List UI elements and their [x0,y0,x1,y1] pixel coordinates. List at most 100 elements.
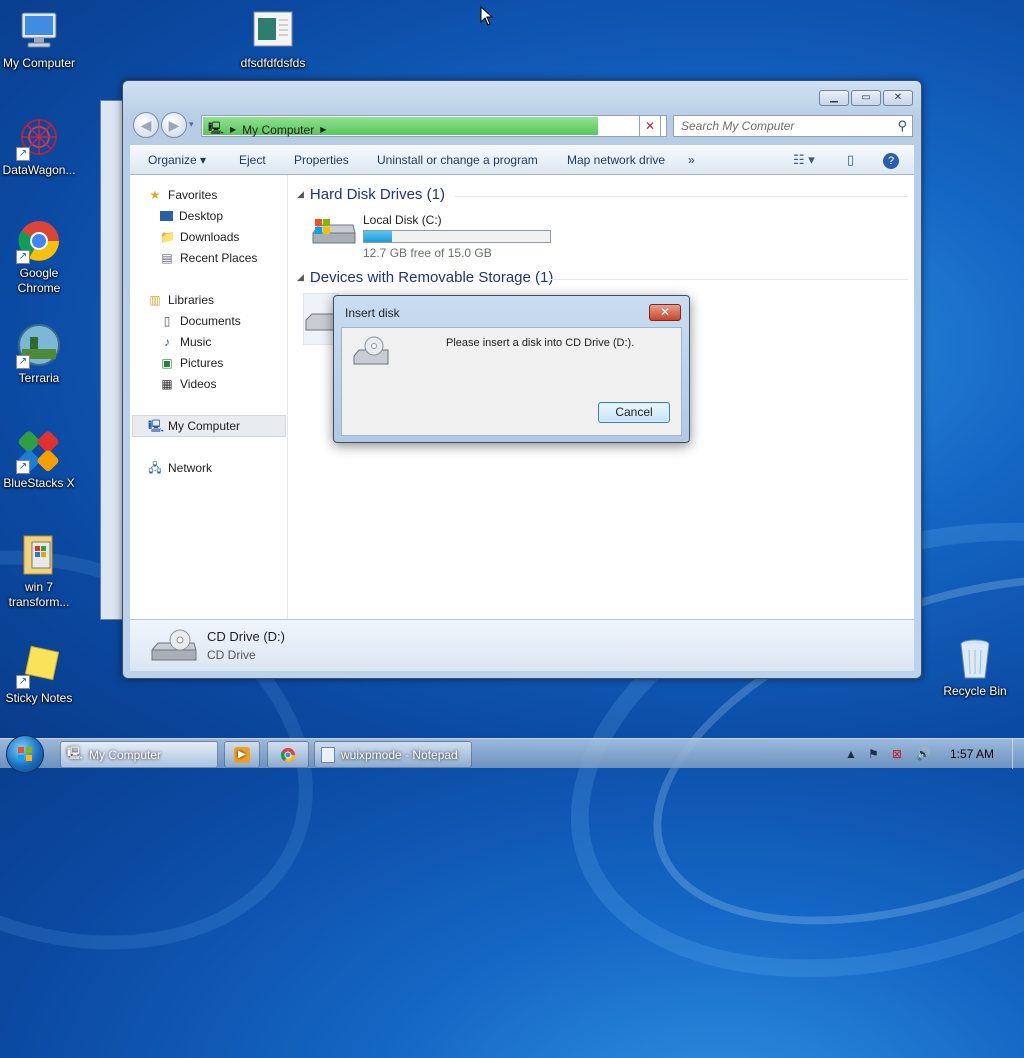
more-commands-button[interactable]: » [688,153,695,167]
downloads-folder-icon: 📁 [160,230,175,244]
terraria-icon: ↗ [16,323,62,369]
desktop-icon-label: Terraria [18,371,60,385]
back-button[interactable]: ◀ [133,112,159,138]
nav-recent-places[interactable]: ▤ Recent Places [160,251,257,265]
desktop-icon-win7-transform[interactable]: win 7 transform... [0,532,79,610]
breadcrumb-my-computer[interactable]: My Computer [242,123,314,137]
volume-icon[interactable]: 🔊 [916,747,931,761]
disk-usage-fill [364,231,393,242]
file-icon [250,8,296,54]
navigation-bar: ◀ ▶ ▾ 🖳 ▶ My Computer ▶ ▼ ✕ Search My Co… [131,111,913,141]
desktop-icon-terraria[interactable]: ↗ Terraria [0,323,79,386]
taskbar-my-computer[interactable]: 🖳 My Computer [60,741,218,768]
recent-places-icon: ▤ [161,251,173,265]
libraries-icon: ▥ [149,293,161,307]
desktop-icon-label: dfsdfdfdsfds [240,56,306,70]
taskbar: 🖳 My Computer ▶ wuixpmode - Notepad ▲ ⚑ … [0,735,1024,773]
group-header-removable[interactable]: ◢ Devices with Removable Storage (1) [297,269,553,286]
mouse-cursor-icon [480,6,494,26]
cd-drive-icon [353,336,389,365]
drive-free-space: 12.7 GB free of 15.0 GB [363,246,492,260]
help-icon[interactable]: ? [883,153,899,169]
properties-button[interactable]: Properties [294,153,349,167]
computer-small-icon: 🖳 [208,121,225,135]
dialog-close-button[interactable]: ✕ [649,304,681,321]
search-box[interactable]: Search My Computer ⚲ [673,115,913,137]
desktop-icon-label: DataWagon... [2,163,76,177]
start-button[interactable] [6,735,44,773]
desktop-icon-datawagon[interactable]: ↗ DataWagon... [0,115,79,178]
desktop-icon-sticky-notes[interactable]: ↗ Sticky Notes [0,643,79,706]
group-header-hdd[interactable]: ◢ Hard Disk Drives (1) [297,186,445,203]
search-input[interactable]: Search My Computer [681,119,794,133]
nav-documents[interactable]: ▯ Documents [160,314,241,328]
address-bar[interactable]: 🖳 ▶ My Computer ▶ ▼ [201,115,667,137]
collapse-triangle-icon[interactable]: ◢ [297,272,304,283]
network-status-icon[interactable]: ⊠ [892,747,902,761]
close-button[interactable]: ✕ [883,90,913,106]
collapse-triangle-icon[interactable]: ◢ [297,189,304,200]
taskbar-notepad[interactable]: wuixpmode - Notepad [314,741,472,768]
action-center-icon[interactable]: ⚑ [868,747,879,761]
preview-pane-icon[interactable]: ▯ [847,152,854,168]
maximize-button[interactable]: ▭ [851,90,881,106]
cancel-button[interactable]: Cancel [598,402,670,423]
sticky-note-icon: ↗ [16,643,62,689]
nav-downloads[interactable]: 📁 Downloads [160,230,239,244]
breadcrumb-separator-icon[interactable]: ▶ [230,125,236,134]
taskbar-chrome[interactable] [267,741,309,768]
shortcut-arrow-icon: ↗ [16,147,30,161]
nav-music[interactable]: ♪ Music [160,335,211,349]
insert-disk-dialog: Insert disk ✕ Please insert a disk into … [333,295,690,443]
computer-icon [16,8,62,54]
clock[interactable]: 1:57 AM [950,747,994,761]
show-desktop-button[interactable] [1012,739,1024,769]
nav-network[interactable]: 🖧 Network [148,461,212,475]
desktop-icon [160,211,173,221]
desktop-icon-label: Google Chrome [17,266,61,295]
nav-favorites[interactable]: ★ Favorites [148,188,218,202]
desktop-icon-bluestacks[interactable]: ↗ BlueStacks X [0,428,79,491]
taskbar-media-player[interactable]: ▶ [224,741,260,768]
organize-button[interactable]: Organize ▾ [148,153,206,167]
nav-pictures[interactable]: ▣ Pictures [160,356,223,370]
local-disk-c[interactable]: Local Disk (C:) 12.7 GB free of 15.0 GB [309,213,559,263]
show-hidden-icons-icon[interactable]: ▲ [845,747,857,761]
nav-videos[interactable]: ▦ Videos [160,377,216,391]
hard-drive-icon [309,213,357,251]
dialog-message: Please insert a disk into CD Drive (D:). [446,337,635,349]
desktop-icon-label: BlueStacks X [3,476,75,490]
minimize-button[interactable]: ▁ [819,90,849,106]
desktop-icon-chrome[interactable]: ↗ Google Chrome [0,218,79,296]
nav-desktop[interactable]: Desktop [160,209,223,223]
nav-my-computer[interactable]: 🖳 My Computer [148,419,240,433]
recycle-bin-icon [952,636,998,682]
music-icon: ♪ [164,335,170,349]
forward-button[interactable]: ▶ [161,112,187,138]
recent-pages-dropdown[interactable]: ▾ [189,119,194,130]
nav-libraries[interactable]: ▥ Libraries [148,293,214,307]
command-bar: Organize ▾ Eject Properties Uninstall or… [130,145,914,175]
datawagon-icon: ↗ [16,115,62,161]
search-icon[interactable]: ⚲ [897,118,907,134]
notepad-icon [321,746,335,763]
details-item-name: CD Drive (D:) [207,629,285,644]
map-network-drive-button[interactable]: Map network drive [567,153,665,167]
dialog-body: Please insert a disk into CD Drive (D:).… [341,327,682,436]
uninstall-program-button[interactable]: Uninstall or change a program [377,153,538,167]
desktop-icon-my-computer[interactable]: My Computer [0,8,79,71]
desktop-icon-dfsdf[interactable]: dfsdfdfdsfds [233,8,313,71]
desktop-icon-recycle-bin[interactable]: Recycle Bin [935,636,1015,699]
eject-button[interactable]: Eject [239,153,266,167]
pictures-icon: ▣ [161,356,173,370]
group-divider [551,279,908,280]
chrome-icon: ↗ [16,218,62,264]
network-icon: 🖧 [148,461,162,475]
details-pane: CD Drive (D:) CD Drive [130,619,914,671]
change-view-icon[interactable]: ☷ ▾ [793,152,815,168]
breadcrumb-separator-icon[interactable]: ▶ [320,125,326,134]
stop-button[interactable]: ✕ [639,115,661,137]
dialog-title: Insert disk [345,306,400,320]
shortcut-arrow-icon: ↗ [16,460,30,474]
chrome-icon [280,747,295,762]
